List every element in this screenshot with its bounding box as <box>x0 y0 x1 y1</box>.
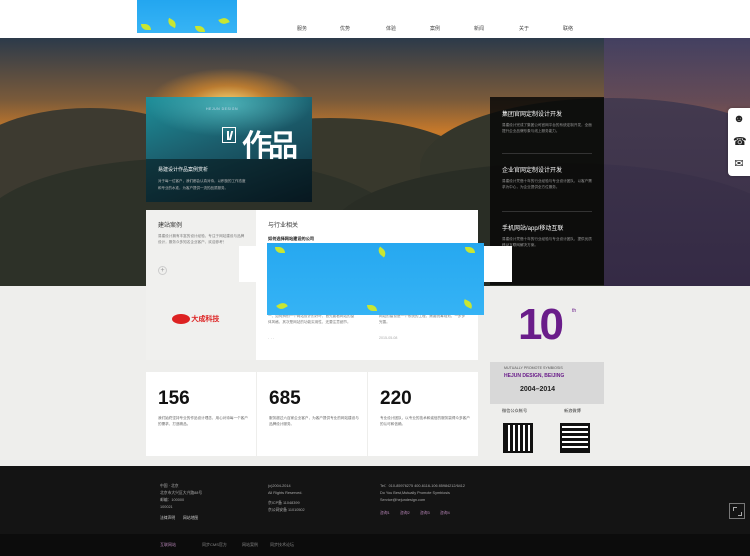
wechat-icon[interactable]: ✉ <box>733 158 745 170</box>
footer-tel: Tel：010-85976275 400-6116-106 85984212/6… <box>380 484 466 488</box>
footer-chat-1[interactable]: 咨询1 <box>380 510 390 516</box>
case-date-news: 2015-05-08 <box>379 336 398 340</box>
feature-desc-1: 对于每一位客户，我们都会认真对待，以积极的工作态度 <box>158 179 246 183</box>
feature-caption: 易建设计作品案例赏析 对于每一位客户，我们都会认真对待，以积极的工作态度 和专业… <box>146 159 312 202</box>
weibo-qr-code <box>560 423 590 453</box>
footer-chat-2[interactable]: 咨询2 <box>400 510 410 516</box>
footer-email[interactable]: Service@hejundesign.com <box>380 497 425 503</box>
floating-contact-bar: ☻ ☎ ✉ <box>728 108 750 176</box>
expand-icon[interactable] <box>729 503 745 519</box>
stat-number-1: 156 <box>158 388 190 409</box>
site-logo[interactable] <box>137 0 237 33</box>
case-title-industry[interactable]: 与行业相关 <box>268 220 298 229</box>
wechat-qr-code <box>503 423 533 453</box>
nav-item-contact[interactable]: 联络 <box>563 25 573 32</box>
footer-address-3: 邮编：100000 <box>160 498 185 502</box>
qq-icon[interactable]: ☻ <box>733 113 745 125</box>
nav-item-advantages[interactable]: 优势 <box>340 25 350 32</box>
anniversary-years: 2004–2014 <box>520 386 556 393</box>
stat-card-2: 685 服务超过六百家企业客户，为客户提供专业的网站建设与品牌设计服务。 <box>257 372 367 456</box>
feature-title[interactable]: 易建设计作品案例赏析 <box>158 166 208 173</box>
footer-bottom-link-2[interactable]: 同步CMS官方 <box>202 542 227 548</box>
footer-chat-4[interactable]: 咨询4 <box>440 510 450 516</box>
anniversary-badge: 10 th MUTUALLY PROMOTE SYMBIOSIS HEJUN D… <box>490 300 604 404</box>
feature-card[interactable]: HEJUN DESIGN 作品 易建设计作品案例赏析 对于每一位客户，我们都会认… <box>146 97 312 202</box>
partner-logo-text: 大成科技 <box>191 316 220 323</box>
case-title-portfolio[interactable]: 建站案例 <box>158 220 182 229</box>
anniversary-line-2: HEJUN DESIGN, BEIJING <box>504 373 565 379</box>
footer-bottom-link-1[interactable]: 互联网站 <box>160 542 176 548</box>
stat-text-3: 专业设计团队，以专业的技术和诚信的服务赢得众多客户的认可和信赖。 <box>380 416 470 426</box>
stat-card-3: 220 专业设计团队，以专业的技术和诚信的服务赢得众多客户的认可和信赖。 <box>368 372 478 456</box>
nav-item-about[interactable]: 关于 <box>519 25 529 32</box>
feature-logo-mark <box>222 127 236 143</box>
footer-address-2: 北京市大兴区大兴路88号 <box>160 491 203 495</box>
footer-police: 京公网安备 11010502 <box>268 508 305 512</box>
partner-logo: 大成科技 <box>172 314 219 324</box>
stat-text-1: 我们始终坚持专业的作品设计理念，用心对待每一个客户的需求，打造精品。 <box>158 416 248 426</box>
qr-label-wechat: 微信公众帐号 <box>502 408 528 413</box>
case-body-portfolio: 易建设计拥有丰富的设计经验，专注于网站建设与品牌设计，服务众多知名企业客户，欢迎… <box>158 234 245 244</box>
stat-number-3: 220 <box>380 388 412 409</box>
service-body-3: 易建设计凭借十年的行业经验与专业设计团队，提供优质移动互联网解决方案。 <box>502 237 592 247</box>
anniversary-suffix: th <box>572 308 577 314</box>
case-more-industry[interactable]: · · · <box>268 336 274 341</box>
phone-icon[interactable]: ☎ <box>733 136 747 148</box>
footer-address-1: 中国 · 北京 <box>160 484 179 488</box>
more-plus-button[interactable]: + <box>158 266 167 275</box>
footer-address-4: 100021 <box>160 505 173 509</box>
nav-item-news[interactable]: 新闻 <box>474 25 484 32</box>
service-body-2: 易建设计凭借十年的行业经验与专业设计团队，以客户需求为中心，为企业提供全方位服务… <box>502 179 592 189</box>
footer-bottom-link-4[interactable]: 同步技术论坛 <box>270 542 294 548</box>
anniversary-line-1: MUTUALLY PROMOTE SYMBIOSIS <box>504 366 563 370</box>
footer-bottom-link-3[interactable]: 网站案例 <box>242 542 258 548</box>
footer-icp: 京ICP备 11048399 <box>268 501 300 505</box>
service-title-2[interactable]: 企业官网定制设计开发 <box>502 165 562 174</box>
stat-number-2: 685 <box>269 388 301 409</box>
anniversary-number: 10 <box>518 300 564 349</box>
top-navigation: 服务 优势 体验 案例 新闻 关于 联络 <box>0 0 750 38</box>
service-body-1: 易建设计完成了集团公司官网平台的系统定制开发，全面提升企业品牌形象与线上服务能力… <box>502 123 592 133</box>
case-body-industry: 一、如何辨别一个网站设计的好坏，首先要看网站的整体风格，其次是网站的功能实用性，… <box>268 314 355 324</box>
footer-copyright-1: (c)2004-2014 <box>268 484 291 488</box>
case-subtitle-industry[interactable]: 如何选择网站建设的公司 <box>268 236 314 242</box>
qr-label-weibo: 新浪微博 <box>564 408 581 413</box>
footer-link-sitemap[interactable]: 网站地图 <box>183 515 198 521</box>
footer-link-legal[interactable]: 法律声明 <box>160 515 175 521</box>
service-title-1[interactable]: 集团官网定制设计开发 <box>502 109 562 118</box>
feature-tag: HEJUN DESIGN <box>206 107 239 111</box>
footer-bottom-bar <box>0 534 750 556</box>
stat-card-1: 156 我们始终坚持专业的作品设计理念，用心对待每一个客户的需求，打造精品。 <box>146 372 256 456</box>
nav-item-services[interactable]: 服务 <box>297 25 307 32</box>
stat-text-2: 服务超过六百家企业客户，为客户提供专业的网站建设与品牌设计服务。 <box>269 416 359 426</box>
placeholder-image <box>267 243 484 315</box>
footer-slogan: Do You Best,Mutually Promote Symbiosis <box>380 491 450 495</box>
feature-desc-2: 和专业的水准，为客户提供一流的品质服务。 <box>158 186 228 190</box>
nav-item-cases[interactable]: 案例 <box>430 25 440 32</box>
service-title-3[interactable]: 手机网站/app/移动互联 <box>502 223 563 232</box>
nav-item-experience[interactable]: 体验 <box>386 25 396 32</box>
footer-copyright-2: All Rights Reserved. <box>268 491 303 495</box>
case-column-portfolio: 建站案例 易建设计拥有丰富的设计经验，专注于网站建设与品牌设计，服务众多知名企业… <box>146 210 256 360</box>
footer-chat-3[interactable]: 咨询3 <box>420 510 430 516</box>
case-body-news: 网站的建设是一个系统的工程，需要统筹规划，一步步完善。 <box>379 314 466 324</box>
anniversary-band: MUTUALLY PROMOTE SYMBIOSIS HEJUN DESIGN,… <box>490 362 604 404</box>
